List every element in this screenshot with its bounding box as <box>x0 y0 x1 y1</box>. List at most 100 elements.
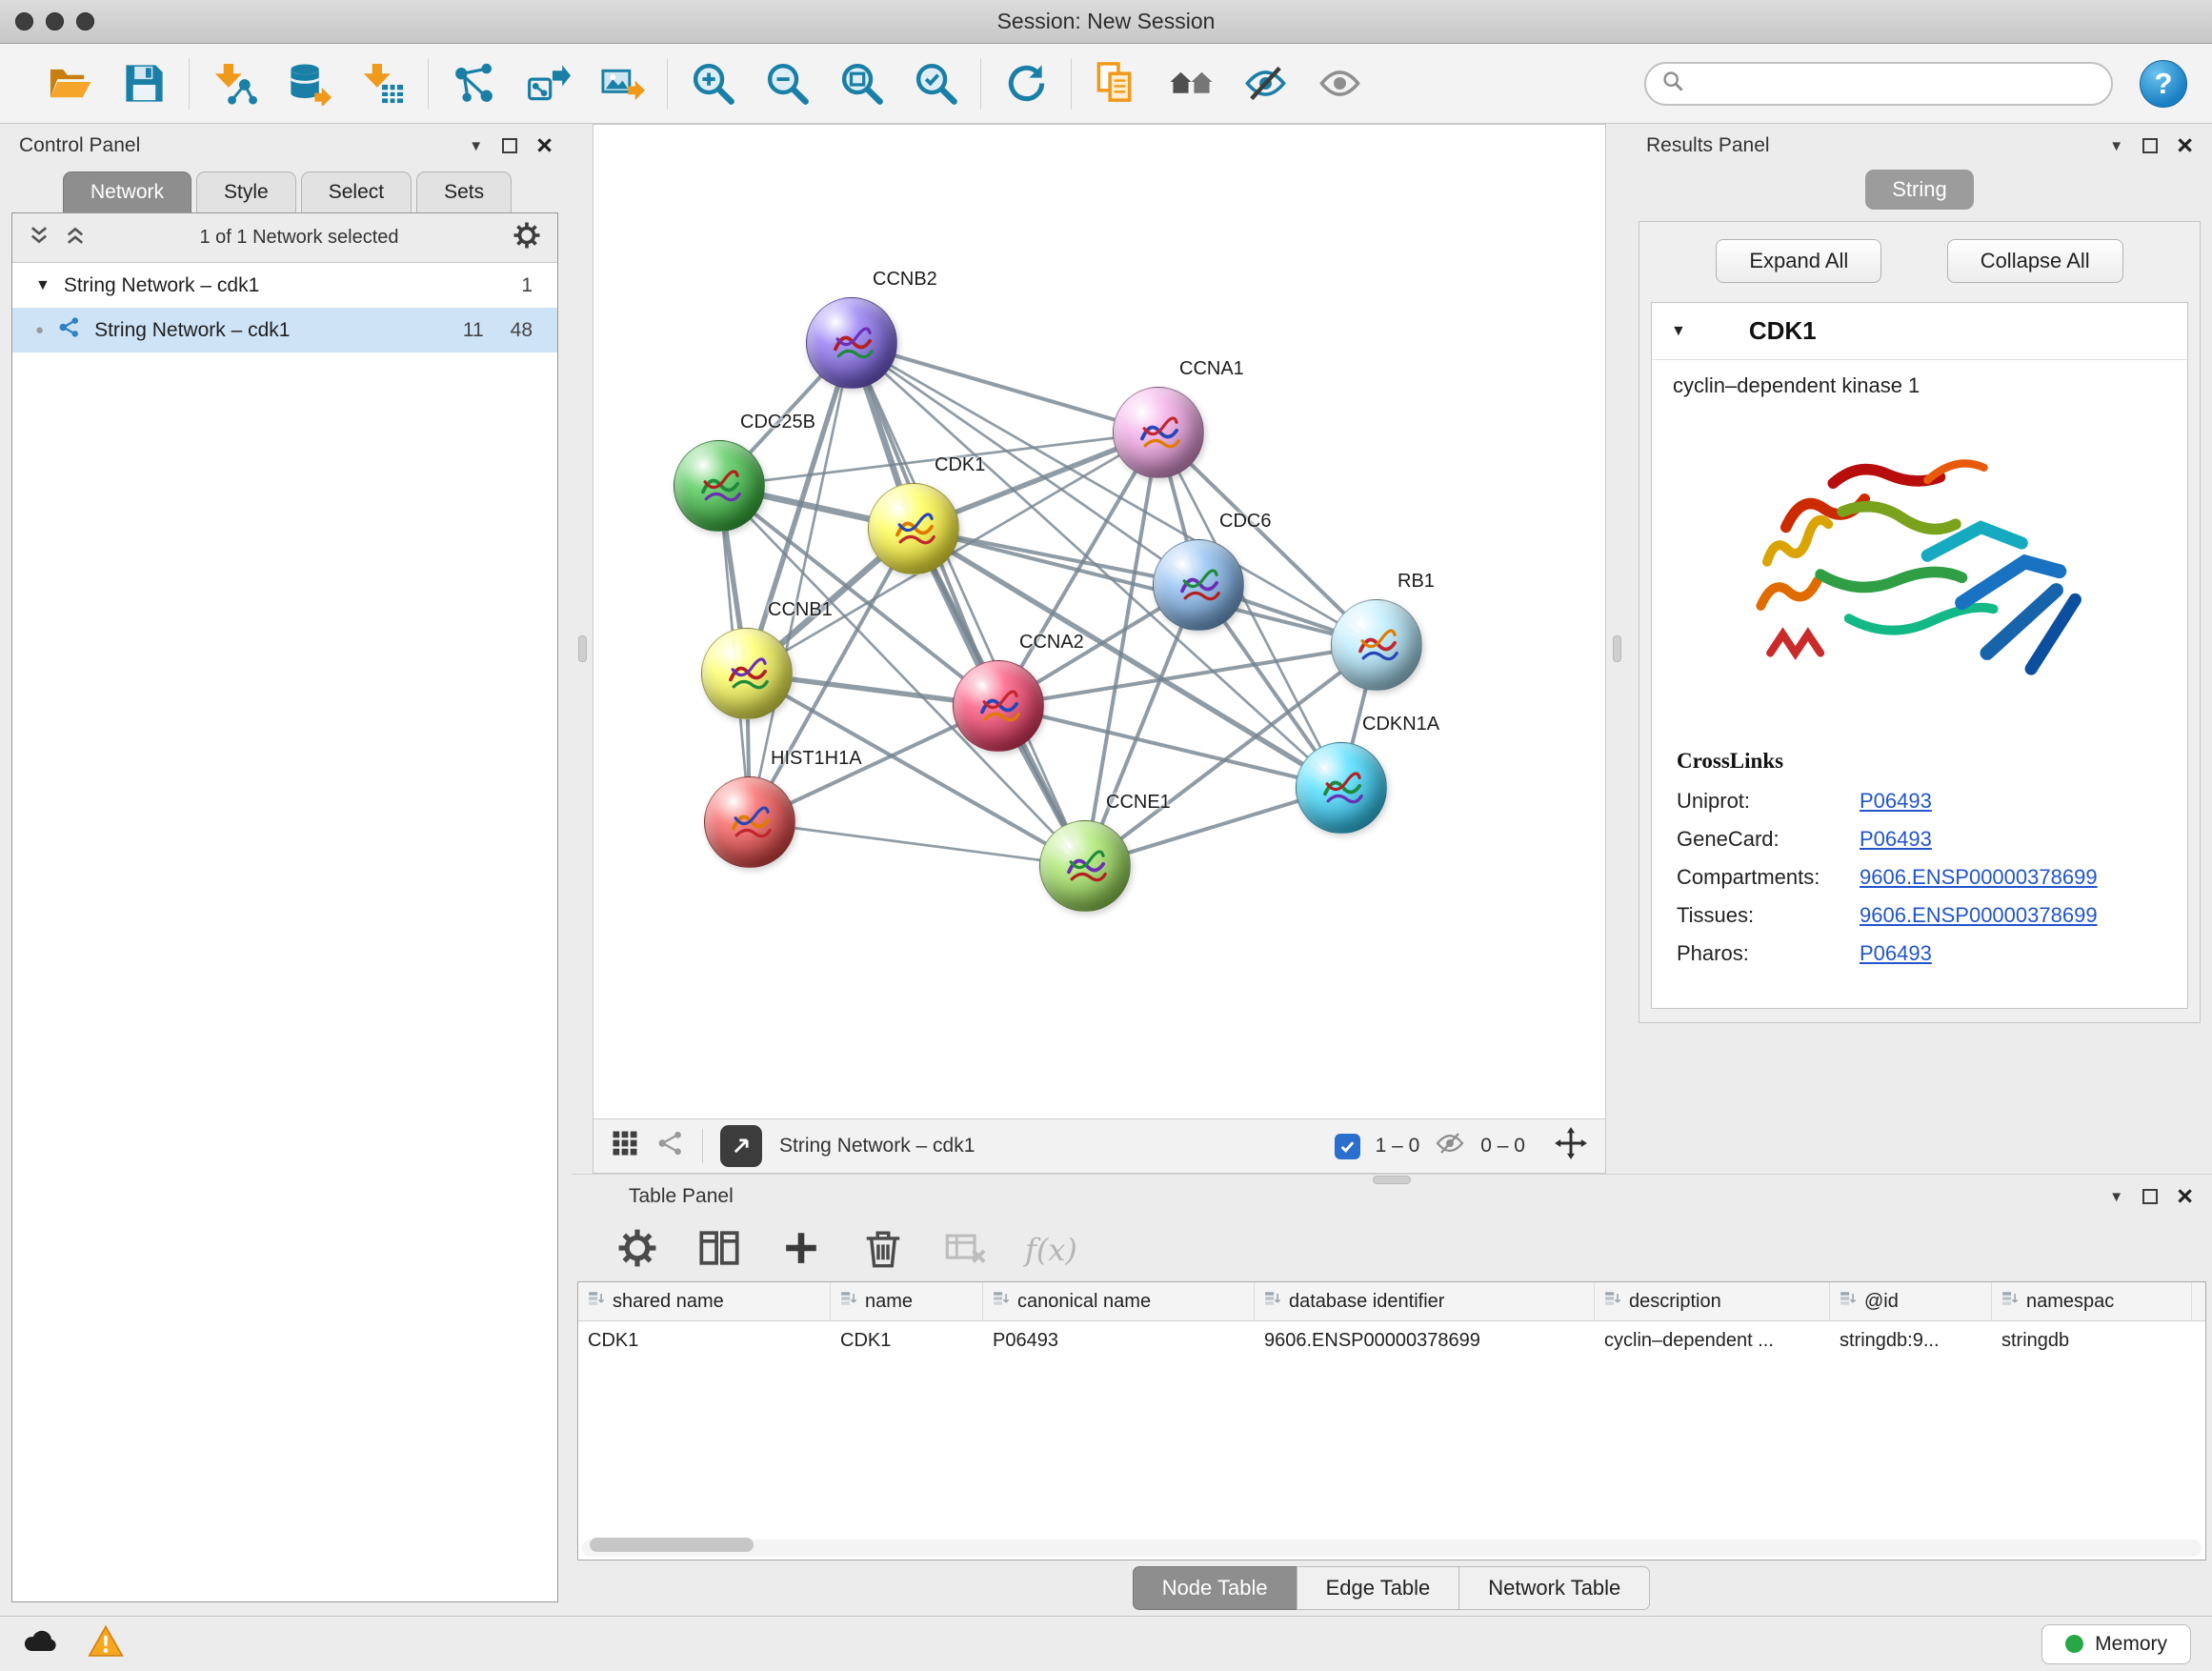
node-table[interactable]: shared namenamecanonical namedatabase id… <box>577 1281 2206 1560</box>
expand-all-button[interactable]: Expand All <box>1716 239 1881 283</box>
export-network-button[interactable] <box>720 1125 762 1167</box>
import-network-file-button[interactable] <box>209 58 260 110</box>
column-header-description[interactable]: description <box>1595 1282 1830 1320</box>
help-button[interactable]: ? <box>2140 60 2187 108</box>
gear-icon[interactable] <box>512 220 542 256</box>
export-image-button[interactable] <box>596 58 648 110</box>
table-cell[interactable]: 9606.ENSP00000378699 <box>1255 1321 1595 1359</box>
selected-checkbox[interactable] <box>1335 1134 1360 1159</box>
expand-all-icon[interactable] <box>64 224 87 252</box>
network-node-CDKN1A[interactable] <box>1296 742 1387 834</box>
show-columns-icon[interactable] <box>697 1226 741 1275</box>
network-node-CDC25B[interactable] <box>674 440 765 532</box>
crosslink-link-compartments[interactable]: 9606.ENSP00000378699 <box>1860 865 2098 890</box>
crosslink-link-uniprot[interactable]: P06493 <box>1860 789 1932 814</box>
network-from-selection-button[interactable] <box>448 58 499 110</box>
save-session-button[interactable] <box>118 58 170 110</box>
network-node-RB1[interactable] <box>1331 599 1422 691</box>
protein-card-header[interactable]: ▼ CDK1 <box>1652 303 2187 360</box>
hide-selected-button[interactable] <box>1239 58 1291 110</box>
search-input[interactable] <box>1694 72 2096 95</box>
column-header-name[interactable]: name <box>831 1282 983 1320</box>
warning-icon[interactable] <box>88 1623 124 1664</box>
panel-menu-icon[interactable]: ▼ <box>469 138 483 154</box>
column-header-database-identifier[interactable]: database identifier <box>1255 1282 1595 1320</box>
clone-network-button[interactable] <box>522 58 573 110</box>
tab-style[interactable]: Style <box>196 171 296 212</box>
collapse-all-icon[interactable] <box>28 224 50 252</box>
show-all-button[interactable] <box>1314 58 1365 110</box>
show-legend-button[interactable] <box>1165 58 1217 110</box>
apply-layout-button[interactable] <box>1000 58 1052 110</box>
panel-menu-icon[interactable]: ▼ <box>2109 1189 2123 1205</box>
tab-node-table[interactable]: Node Table <box>1133 1566 1297 1610</box>
column-header-shared-name[interactable]: shared name <box>578 1282 831 1320</box>
minimize-window-button[interactable] <box>46 12 64 30</box>
memory-button[interactable]: Memory <box>2041 1624 2191 1664</box>
network-node-CDC6[interactable] <box>1153 539 1244 631</box>
right-splitter[interactable] <box>1606 124 1627 1174</box>
network-node-CCNE1[interactable] <box>1039 820 1131 912</box>
birdseye-view-icon[interactable] <box>611 1129 639 1163</box>
add-column-icon[interactable] <box>779 1226 823 1275</box>
horizontal-scrollbar[interactable] <box>582 1540 2202 1557</box>
zoom-out-button[interactable] <box>761 58 813 110</box>
float-panel-icon[interactable] <box>2142 1189 2158 1204</box>
tab-select[interactable]: Select <box>301 171 412 212</box>
network-node-CCNA2[interactable] <box>953 660 1044 752</box>
network-row[interactable]: ● String Network – cdk1 1148 <box>12 308 557 352</box>
tab-sets[interactable]: Sets <box>416 171 512 212</box>
fit-content-icon[interactable] <box>1554 1126 1588 1166</box>
network-node-HIST1H1A[interactable] <box>704 776 795 868</box>
network-node-CCNB2[interactable] <box>806 297 897 389</box>
close-panel-icon[interactable]: × <box>2177 1187 2193 1206</box>
network-node-CCNA1[interactable] <box>1113 387 1204 478</box>
import-table-file-button[interactable] <box>357 58 409 110</box>
crosslink-link-pharos[interactable]: P06493 <box>1860 941 1932 966</box>
crosslink-link-tissues[interactable]: 9606.ENSP00000378699 <box>1860 903 2098 928</box>
close-panel-icon[interactable]: × <box>2177 136 2193 155</box>
tab-edge-table[interactable]: Edge Table <box>1297 1566 1460 1610</box>
collapse-icon[interactable]: ▼ <box>35 277 50 294</box>
panel-menu-icon[interactable]: ▼ <box>2109 138 2123 154</box>
open-session-button[interactable] <box>44 58 95 110</box>
zoom-selected-button[interactable] <box>910 58 961 110</box>
network-collection-row[interactable]: ▼ String Network – cdk1 1 <box>12 263 557 308</box>
table-cell[interactable]: stringdb <box>1992 1321 2192 1359</box>
delete-column-icon[interactable] <box>861 1226 905 1275</box>
tab-network-table[interactable]: Network Table <box>1458 1566 1650 1610</box>
zoom-fit-button[interactable] <box>835 58 887 110</box>
crosslink-link-genecard[interactable]: P06493 <box>1860 827 1932 852</box>
collapse-all-button[interactable]: Collapse All <box>1947 239 2123 283</box>
table-cell[interactable]: P06493 <box>983 1321 1255 1359</box>
column-header-canonical-name[interactable]: canonical name <box>983 1282 1255 1320</box>
zoom-in-button[interactable] <box>687 58 738 110</box>
column-header-@id[interactable]: @id <box>1830 1282 1992 1320</box>
table-cell[interactable]: CDK1 <box>831 1321 983 1359</box>
close-panel-icon[interactable]: × <box>536 136 553 155</box>
float-panel-icon[interactable] <box>2142 138 2158 153</box>
import-network-database-button[interactable] <box>283 58 334 110</box>
table-cell[interactable]: CDK1 <box>578 1321 831 1359</box>
table-row[interactable]: CDK1CDK1P064939606.ENSP00000378699cyclin… <box>578 1321 2205 1359</box>
collapse-section-icon[interactable]: ▼ <box>1671 323 1686 340</box>
table-cell[interactable]: cyclin–dependent ... <box>1595 1321 1830 1359</box>
network-canvas[interactable]: CCNB2CCNA1CDC25BCDK1CDC6RB1CCNB1CCNA2CDK… <box>593 125 1605 1118</box>
network-node-CDK1[interactable] <box>868 483 959 574</box>
column-header-namespac[interactable]: namespac <box>1992 1282 2192 1320</box>
float-panel-icon[interactable] <box>502 138 517 153</box>
gear-icon[interactable] <box>615 1226 659 1275</box>
tab-network[interactable]: Network <box>63 171 191 212</box>
copy-document-button[interactable] <box>1091 58 1142 110</box>
close-window-button[interactable] <box>15 12 33 30</box>
tab-string[interactable]: String <box>1865 170 1973 210</box>
hidden-eye-icon[interactable] <box>1435 1128 1465 1164</box>
network-node-CCNB1[interactable] <box>701 628 793 719</box>
table-panel-splitter[interactable] <box>1373 1176 1411 1184</box>
zoom-window-button[interactable] <box>76 12 94 30</box>
share-network-icon[interactable] <box>656 1129 685 1163</box>
left-splitter[interactable] <box>572 124 593 1174</box>
cloud-icon[interactable] <box>21 1622 59 1665</box>
search-box[interactable] <box>1644 62 2113 106</box>
table-cell[interactable]: stringdb:9... <box>1830 1321 1992 1359</box>
